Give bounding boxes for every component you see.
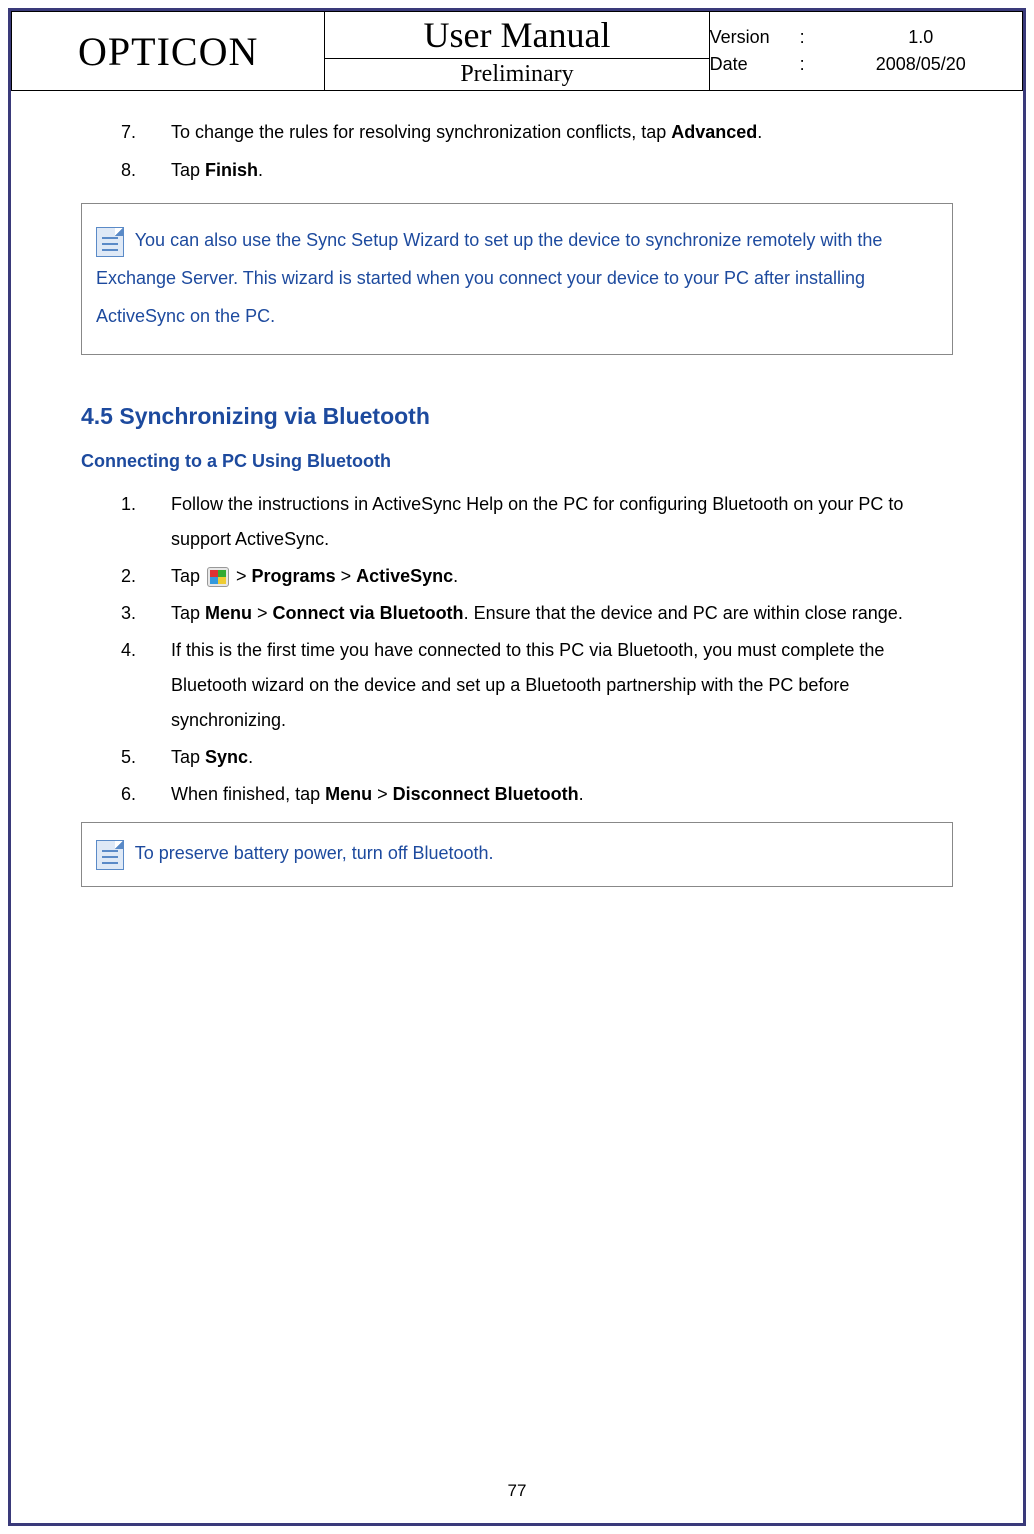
list-item: 8. Tap Finish. — [121, 153, 953, 187]
text-fragment: . — [248, 747, 253, 767]
bold-text: Connect via Bluetooth — [273, 603, 464, 623]
brand-text: OPTICON — [78, 29, 258, 74]
version-value: 1.0 — [820, 27, 1022, 48]
text-fragment: Tap — [171, 566, 205, 586]
step-number: 4. — [121, 633, 171, 738]
meta-cell: Version : 1.0 Date : 2008/05/20 — [709, 12, 1022, 91]
section-title: 4.5 Synchronizing via Bluetooth — [81, 395, 953, 439]
step-text: Tap > Programs > ActiveSync. — [171, 559, 953, 594]
bold-text: Finish — [205, 160, 258, 180]
step-number: 5. — [121, 740, 171, 775]
date-row: Date : 2008/05/20 — [710, 51, 1022, 78]
text-fragment: Tap — [171, 747, 205, 767]
step-text: Tap Finish. — [171, 153, 953, 187]
text-fragment: . Ensure that the device and PC are with… — [464, 603, 903, 623]
step-text: When finished, tap Menu > Disconnect Blu… — [171, 777, 953, 812]
step-number: 8. — [121, 153, 171, 187]
note-icon — [96, 840, 124, 870]
note-text: You can also use the Sync Setup Wizard t… — [96, 230, 882, 326]
text-fragment: Tap — [171, 160, 205, 180]
text-fragment: . — [579, 784, 584, 804]
page-border: OPTICON User Manual Preliminary Version … — [8, 8, 1026, 1526]
text-fragment: > — [336, 566, 357, 586]
title-cell: User Manual Preliminary — [325, 12, 709, 91]
note-text: To preserve battery power, turn off Blue… — [135, 843, 494, 863]
bold-text: ActiveSync — [356, 566, 453, 586]
step-number: 2. — [121, 559, 171, 594]
bold-text: Menu — [325, 784, 372, 804]
colon: : — [800, 54, 820, 75]
version-row: Version : 1.0 — [710, 24, 1022, 51]
list-item: 4. If this is the first time you have co… — [121, 633, 953, 738]
step-text: Tap Menu > Connect via Bluetooth. Ensure… — [171, 596, 953, 631]
note-icon — [96, 227, 124, 257]
step-text: If this is the first time you have conne… — [171, 633, 953, 738]
content-area: 7. To change the rules for resolving syn… — [11, 91, 1023, 887]
text-fragment: Tap — [171, 603, 205, 623]
header-table: OPTICON User Manual Preliminary Version … — [11, 11, 1023, 91]
bold-text: Sync — [205, 747, 248, 767]
text-fragment: > — [231, 566, 252, 586]
step-text: To change the rules for resolving synchr… — [171, 115, 953, 149]
list-item: 1. Follow the instructions in ActiveSync… — [121, 487, 953, 557]
bold-text: Disconnect Bluetooth — [393, 784, 579, 804]
colon: : — [800, 27, 820, 48]
text-fragment: When finished, tap — [171, 784, 325, 804]
step-number: 6. — [121, 777, 171, 812]
date-value: 2008/05/20 — [820, 54, 1022, 75]
brand-cell: OPTICON — [12, 12, 325, 91]
version-label: Version — [710, 27, 800, 48]
subsection-title: Connecting to a PC Using Bluetooth — [81, 444, 953, 478]
bold-text: Menu — [205, 603, 252, 623]
section-step-list: 1. Follow the instructions in ActiveSync… — [81, 487, 953, 813]
text-fragment: . — [757, 122, 762, 142]
doc-subtitle: Preliminary — [325, 59, 708, 90]
step-number: 3. — [121, 596, 171, 631]
list-item: 7. To change the rules for resolving syn… — [121, 115, 953, 149]
top-step-list: 7. To change the rules for resolving syn… — [81, 115, 953, 187]
text-fragment: . — [453, 566, 458, 586]
step-number: 1. — [121, 487, 171, 557]
step-text: Tap Sync. — [171, 740, 953, 775]
note-box: To preserve battery power, turn off Blue… — [81, 822, 953, 886]
text-fragment: > — [372, 784, 393, 804]
start-menu-icon — [207, 567, 229, 587]
step-number: 7. — [121, 115, 171, 149]
step-text: Follow the instructions in ActiveSync He… — [171, 487, 953, 557]
text-fragment: To change the rules for resolving synchr… — [171, 122, 671, 142]
text-fragment: . — [258, 160, 263, 180]
text-fragment: > — [252, 603, 273, 623]
date-label: Date — [710, 54, 800, 75]
list-item: 6. When finished, tap Menu > Disconnect … — [121, 777, 953, 812]
note-box: You can also use the Sync Setup Wizard t… — [81, 203, 953, 354]
list-item: 5. Tap Sync. — [121, 740, 953, 775]
doc-title: User Manual — [325, 12, 708, 59]
list-item: 2. Tap > Programs > ActiveSync. — [121, 559, 953, 594]
list-item: 3. Tap Menu > Connect via Bluetooth. Ens… — [121, 596, 953, 631]
page-number: 77 — [11, 1481, 1023, 1501]
bold-text: Programs — [252, 566, 336, 586]
bold-text: Advanced — [671, 122, 757, 142]
